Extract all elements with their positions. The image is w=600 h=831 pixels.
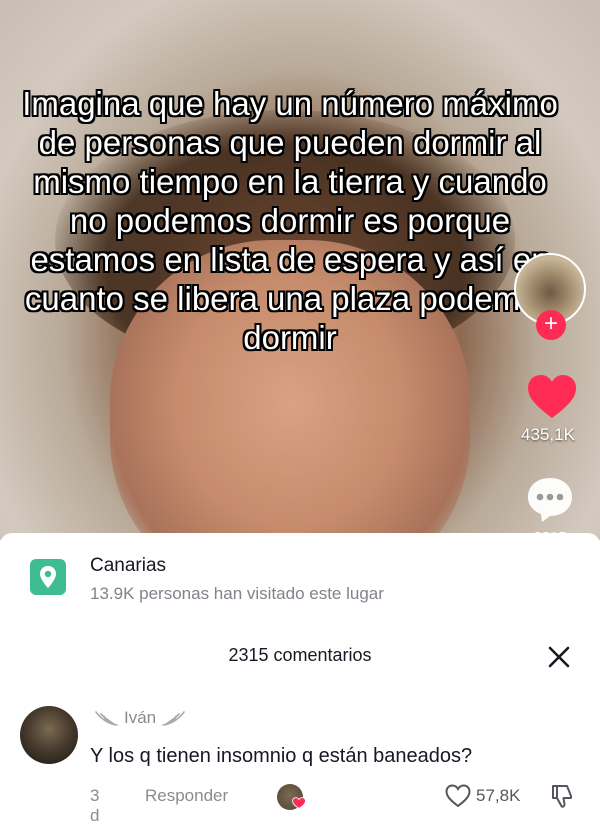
heart-icon[interactable]: [526, 374, 578, 420]
close-icon[interactable]: [546, 644, 572, 670]
location-name[interactable]: Canarias: [90, 555, 166, 577]
follow-button[interactable]: +: [536, 310, 566, 340]
dislike-icon[interactable]: [550, 783, 574, 809]
comment-username[interactable]: Iván: [124, 708, 156, 728]
location-pin-icon[interactable]: [30, 559, 66, 595]
comment-author: Iván: [90, 707, 190, 729]
creator-liked-heart-icon: [292, 797, 306, 809]
comment-time: 3 d: [90, 786, 100, 825]
video-overlay-caption: Imagina que hay un número máximo de pers…: [22, 85, 558, 356]
comment-like-icon[interactable]: [445, 784, 471, 808]
comment-bubble-icon[interactable]: [524, 474, 576, 526]
video-like-count: 435,1K: [521, 425, 575, 444]
location-visitors: 13.9K personas han visitado este lugar: [90, 584, 384, 603]
wing-right-icon: [162, 711, 185, 726]
comment-text: Y los q tienen insomnio q están baneados…: [90, 745, 473, 767]
reply-button[interactable]: Responder: [145, 786, 228, 806]
avatar[interactable]: [20, 706, 78, 764]
comments-count-title: 2315 comentarios: [228, 645, 372, 665]
video-player[interactable]: Imagina que hay un número máximo de pers…: [0, 0, 600, 540]
comment-like-count: 57,8K: [476, 786, 521, 805]
wing-left-icon: [95, 711, 118, 726]
